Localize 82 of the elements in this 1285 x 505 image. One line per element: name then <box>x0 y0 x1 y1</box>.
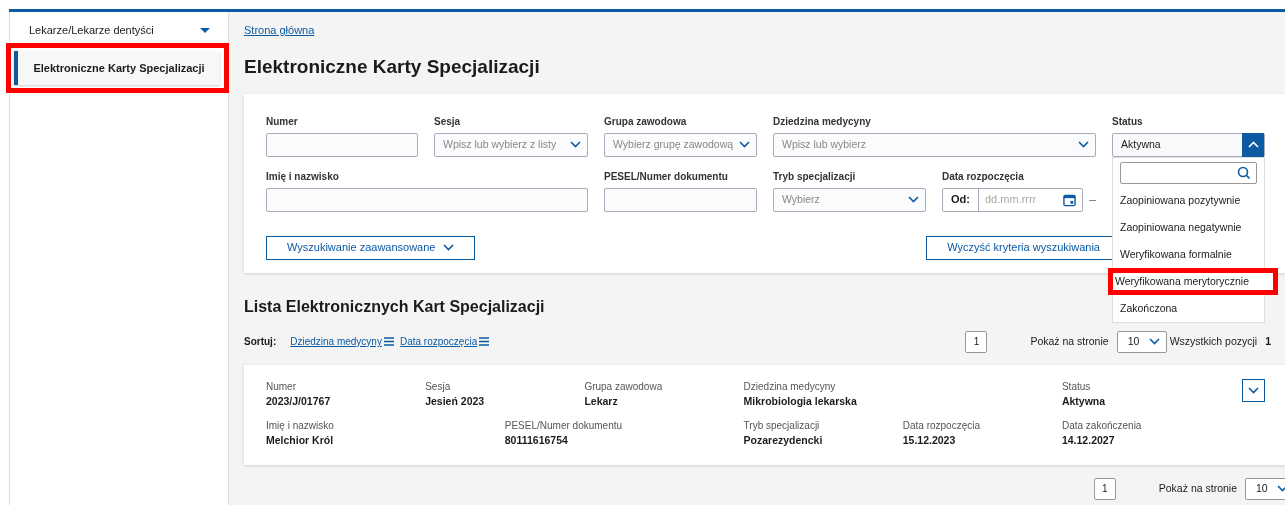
range-separator: – <box>1089 191 1096 209</box>
sort-lines-icon <box>383 337 394 346</box>
select-placeholder: Wybierz grupę zawodową <box>613 136 734 152</box>
field-label: Grupa zawodowa <box>584 379 663 394</box>
input-field[interactable] <box>604 187 757 212</box>
dropdown-search-field[interactable] <box>1120 161 1257 184</box>
chevron-icon <box>1277 485 1285 492</box>
per-page-select[interactable]: 10 <box>1245 477 1285 500</box>
field-label: Numer <box>266 379 297 394</box>
field-label: Data rozpoczęcia <box>902 419 980 434</box>
chevron-icon <box>908 196 919 203</box>
field-label: Grupa zawodowa <box>604 114 688 129</box>
sidebar-group-label[interactable]: Lekarze/Lekarze dentyści <box>29 22 154 39</box>
field-label: Dziedzina medycyny <box>743 379 837 394</box>
field-label: Imię i nazwisko <box>266 419 334 434</box>
chevron-icon <box>1248 386 1259 394</box>
input-field[interactable] <box>266 187 588 212</box>
chevron-icon <box>1078 141 1089 148</box>
field-label: Status <box>1061 379 1092 394</box>
field-value: 80111616754 <box>504 433 569 449</box>
field-label: PESEL/Numer dokumentu <box>504 419 623 434</box>
select-field[interactable]: Aktywna <box>1112 132 1265 157</box>
field-label: Dziedzina medycyny <box>773 114 872 129</box>
date-prefix: Od: <box>943 188 979 211</box>
field-label: Sesja <box>434 114 462 129</box>
breadcrumb-link[interactable]: Strona główna <box>244 22 315 39</box>
field-value: 15.12.2023 <box>902 433 957 449</box>
page-number-button[interactable]: 1 <box>965 330 988 353</box>
field-label: PESEL/Numer dokumentu <box>604 169 729 184</box>
sidebar-item[interactable]: Elektroniczne Karty Specjalizacji <box>14 50 220 85</box>
field-label: Tryb specjalizacji <box>743 419 821 434</box>
per-page-label: Pokaż na stronie <box>1158 480 1237 496</box>
field-value: Melchior Król <box>266 433 334 449</box>
field-label: Numer <box>266 114 299 129</box>
input-field[interactable] <box>266 132 418 157</box>
dropdown-option[interactable]: Zaopiniowana pozytywnie <box>1113 186 1264 214</box>
select-field[interactable]: Wybierz <box>773 187 926 212</box>
chevron-icon <box>1148 338 1160 345</box>
field-value: 14.12.2027 <box>1061 433 1116 449</box>
per-page-label: Pokaż na stronie <box>1030 333 1109 349</box>
select-placeholder: Wybierz <box>782 191 820 207</box>
select-placeholder: Wpisz lub wybierz z listy <box>443 136 557 152</box>
page-number-button[interactable]: 1 <box>1093 477 1116 500</box>
field-value: Pozarezydencki <box>743 433 823 449</box>
field-value: Lekarz <box>584 393 619 409</box>
search-icon <box>1237 166 1250 179</box>
list-title: Lista Elektronicznych Kart Specjalizacji <box>244 296 545 317</box>
sort-link[interactable]: Data rozpoczęcia <box>399 334 490 349</box>
dropdown-toggle-button[interactable] <box>1242 132 1264 157</box>
per-page-select[interactable]: 10 <box>1116 330 1167 353</box>
select-placeholder: Wpisz lub wybierz <box>782 136 867 152</box>
advanced-search-button[interactable]: Wyszukiwanie zaawansowane <box>266 235 476 260</box>
select-field[interactable]: Wybierz grupę zawodową <box>604 132 757 157</box>
date-field[interactable]: Od: dd.mm.rrrr <box>942 187 1084 212</box>
sort-link[interactable]: Dziedzina medycyny <box>290 334 394 349</box>
field-label: Sesja <box>425 379 452 394</box>
page-title: Elektroniczne Karty Specjalizacji <box>244 55 541 79</box>
sort-lines-icon <box>479 337 490 346</box>
total-count: 1 <box>1265 333 1271 349</box>
field-value: Aktywna <box>1061 393 1106 409</box>
select-field[interactable]: Wpisz lub wybierz z listy <box>434 132 588 157</box>
field-value: 2023/J/01767 <box>266 393 331 409</box>
field-label: Data rozpoczęcia <box>942 169 1025 184</box>
field-label: Data zakończenia <box>1061 419 1142 434</box>
calendar-icon <box>1063 192 1077 207</box>
total-label: Wszystkich pozycji <box>1169 333 1258 349</box>
field-label: Tryb specjalizacji <box>773 169 857 184</box>
chevron-icon <box>1247 141 1259 148</box>
select-field[interactable]: Wpisz lub wybierz <box>773 132 1096 157</box>
date-placeholder: dd.mm.rrrr <box>984 192 1037 208</box>
field-label: Status <box>1112 114 1144 129</box>
expand-button[interactable] <box>1242 378 1265 402</box>
chevron-icon <box>739 141 750 148</box>
select-value: Aktywna <box>1121 136 1161 152</box>
dropdown-option[interactable]: Weryfikowana merytorycznie <box>1113 272 1273 290</box>
field-value: Mikrobiologia lekarska <box>743 393 857 409</box>
field-value: Jesień 2023 <box>425 393 485 409</box>
sort-label: Sortuj: <box>244 335 277 349</box>
dropdown-option[interactable]: Zakończona <box>1113 294 1264 322</box>
chevron-icon <box>570 141 581 148</box>
field-label: Imię i nazwisko <box>266 169 340 184</box>
chevron-icon <box>443 244 455 251</box>
